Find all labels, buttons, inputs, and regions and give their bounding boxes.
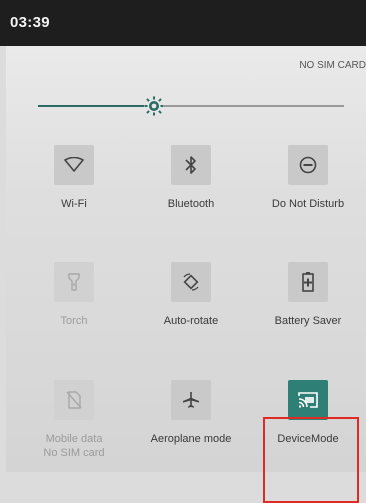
clock: 03:39 [10, 14, 50, 31]
mobile-data-off-icon [54, 380, 94, 420]
tile-label: Mobile data [45, 433, 103, 445]
airplane-icon [171, 380, 211, 420]
tile-label: Do Not Disturb [271, 198, 345, 210]
bluetooth-icon [171, 145, 211, 185]
brightness-slider[interactable] [38, 96, 344, 116]
brightness-track-filled [38, 105, 144, 107]
tile-sublabel: No SIM card [43, 447, 105, 459]
tile-label: Aeroplane mode [150, 433, 232, 445]
tile-torch: Torch [19, 262, 129, 328]
tile-label: Torch [60, 315, 88, 327]
cast-icon [288, 380, 328, 420]
sim-status-label: NO SIM CARD [299, 60, 366, 71]
tile-label: Wi-Fi [61, 198, 87, 210]
tile-label: Battery Saver [274, 315, 342, 327]
tile-auto-rotate[interactable]: Auto-rotate [136, 262, 246, 328]
tile-do-not-disturb[interactable]: Do Not Disturb [253, 145, 363, 211]
tile-bluetooth[interactable]: Bluetooth [136, 145, 246, 211]
devicemode-highlight-box [263, 417, 359, 503]
tile-wifi[interactable]: Wi-Fi [19, 145, 129, 211]
status-bar: 03:39 [0, 0, 366, 46]
tile-battery-saver[interactable]: Battery Saver [253, 262, 363, 328]
battery-saver-icon [288, 262, 328, 302]
auto-rotate-icon [171, 262, 211, 302]
tile-aeroplane-mode[interactable]: Aeroplane mode [136, 380, 246, 446]
torch-icon [54, 262, 94, 302]
tile-label: Bluetooth [167, 198, 215, 210]
tile-mobile-data: Mobile data No SIM card [19, 380, 129, 460]
tile-label: Auto-rotate [163, 315, 219, 327]
brightness-track-empty [164, 105, 344, 107]
wifi-icon [54, 145, 94, 185]
do-not-disturb-icon [288, 145, 328, 185]
quick-settings-panel: NO SIM CARD Wi-Fi Bluetooth Do Not Distu… [6, 46, 366, 503]
sun-icon[interactable] [144, 96, 164, 116]
